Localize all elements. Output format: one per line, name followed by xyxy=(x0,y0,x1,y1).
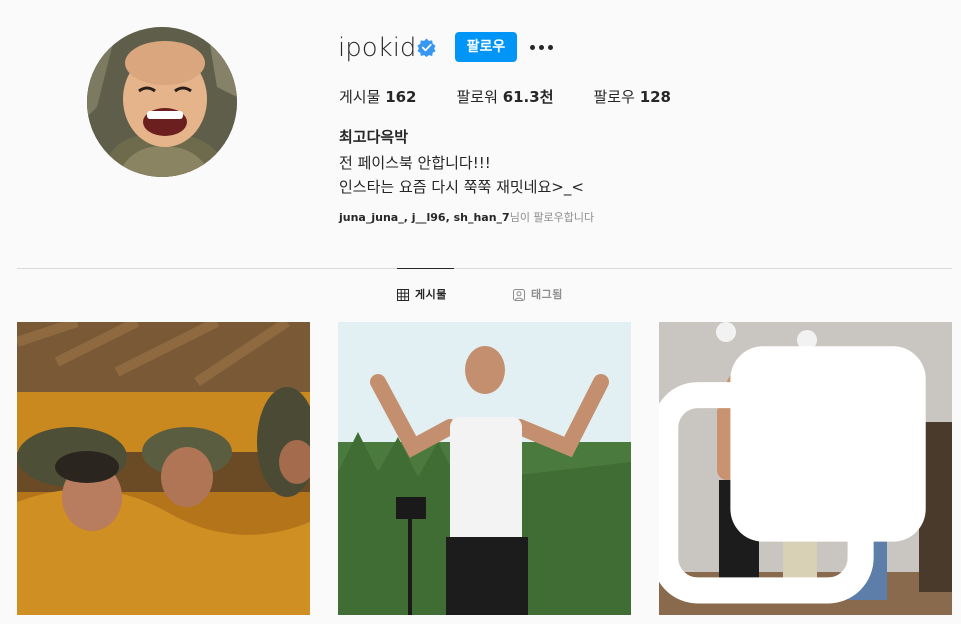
grid-icon xyxy=(397,289,409,301)
multiple-images-icon xyxy=(659,346,926,604)
more-horizontal-icon[interactable] xyxy=(530,37,554,57)
followed-by-suffix: 님이 팔로우합니다 xyxy=(509,211,595,224)
stat-followers-label: 팔로워 xyxy=(456,88,498,106)
active-tab-indicator xyxy=(397,268,454,269)
profile-full-name: 최고다윽박 xyxy=(339,128,409,146)
profile-username: ipokid xyxy=(338,33,417,63)
stat-following[interactable]: 팔로우 128 xyxy=(594,87,672,107)
profile-stats: 게시물 162 팔로워 61.3천 팔로우 128 xyxy=(339,87,711,107)
profile-bio: 전 페이스북 안합니다!!! 인스타는 요즘 다시 쭉쭉 재밋네요>_< xyxy=(339,154,584,196)
post-thumbnail[interactable] xyxy=(338,322,631,615)
tab-posts-label: 게시물 xyxy=(415,288,447,301)
post-thumbnail[interactable] xyxy=(17,322,310,615)
stat-followers[interactable]: 팔로워 61.3천 xyxy=(457,87,554,107)
verified-badge-icon xyxy=(417,38,436,57)
tab-tagged-label: 태그됨 xyxy=(531,288,563,301)
tag-person-icon xyxy=(513,289,525,301)
tab-posts[interactable]: 게시물 xyxy=(397,287,447,303)
tabs-divider xyxy=(17,268,952,269)
stat-posts-label: 게시물 xyxy=(339,88,381,106)
stat-following-value: 128 xyxy=(639,88,671,106)
post-thumbnail[interactable] xyxy=(659,322,952,615)
stat-followers-value: 61.3천 xyxy=(502,88,554,106)
stat-following-label: 팔로우 xyxy=(593,88,635,106)
stat-posts-value: 162 xyxy=(385,88,417,106)
follow-button[interactable]: 팔로우 xyxy=(455,32,517,62)
tab-tagged[interactable]: 태그됨 xyxy=(513,287,563,303)
profile-avatar[interactable] xyxy=(87,27,237,177)
stat-posts: 게시물 162 xyxy=(339,87,417,107)
followed-by-names: juna_juna_, j__l96, sh_han_7 xyxy=(339,211,510,224)
followed-by[interactable]: juna_juna_, j__l96, sh_han_7님이 팔로우합니다 xyxy=(339,211,594,225)
